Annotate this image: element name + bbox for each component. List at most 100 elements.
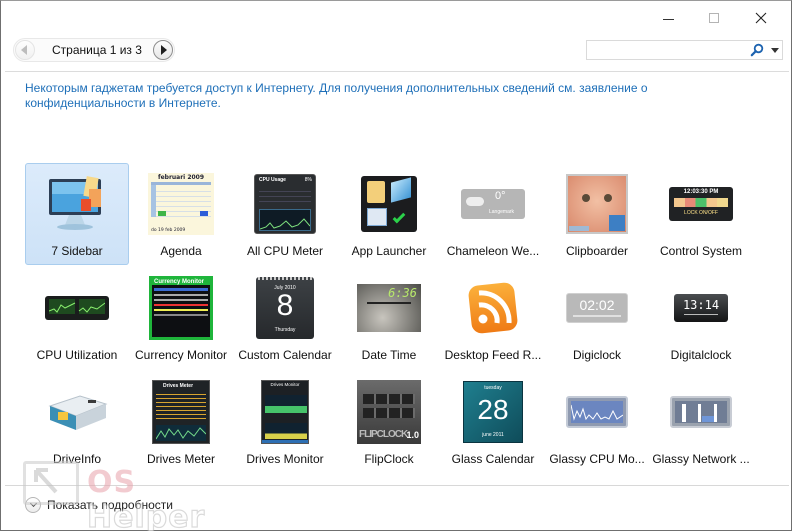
gadget-thumbnail: Drives Meter [130, 380, 232, 444]
gadget-tile-glassy-network-monitor[interactable]: Glassy Network ... [649, 371, 753, 473]
gadget-tile-custom-calendar[interactable]: July 2010 8 Thursday Custom Calendar [233, 267, 337, 369]
agenda-footer: do 19 feb 2009 [151, 228, 186, 233]
rss-icon [468, 282, 518, 334]
gadget-thumbnail [546, 380, 648, 444]
control-system-icon: 12:03:30 PM LOCK ON/OFF [669, 187, 733, 221]
calendar-day: 8 [276, 289, 294, 322]
gadget-label: DriveInfo [52, 452, 102, 466]
search-icon[interactable] [750, 43, 764, 57]
digiclock-time: 02:02 [579, 297, 615, 313]
drives-monitor-icon: Drives Monitor [261, 380, 309, 444]
glasscal-weekday: tuesday [484, 385, 502, 391]
gadget-thumbnail [442, 276, 544, 340]
gadget-label: Glass Calendar [451, 452, 535, 466]
chevron-down-icon [25, 497, 41, 513]
control-lock: LOCK ON/OFF [684, 210, 718, 216]
weather-city: Langemark [489, 209, 515, 215]
gadget-label: Drives Monitor [246, 452, 324, 466]
gadget-label: 7 Sidebar [51, 244, 103, 258]
gadget-tile-chameleon-weather[interactable]: 0° Langemark Chameleon We... [441, 163, 545, 265]
gadget-tile-date-time[interactable]: 6:36 Date Time [337, 267, 441, 369]
gadget-label: All CPU Meter [246, 244, 323, 258]
gadget-tile-glassy-cpu-monitor[interactable]: Glassy CPU Mo... [545, 371, 649, 473]
gadget-label: Chameleon We... [446, 244, 540, 258]
digitalclock-icon: 13:14 [674, 294, 728, 322]
gadget-tile-agenda[interactable]: februari 2009 do 19 feb 2009 Agenda [129, 163, 233, 265]
gadget-tile-digitalclock[interactable]: 13:14 Digitalclock [649, 267, 753, 369]
gadget-thumbnail [650, 380, 752, 444]
gadget-label: Agenda [160, 244, 202, 258]
close-button[interactable] [746, 7, 776, 29]
gadget-thumbnail: februari 2009 do 19 feb 2009 [130, 172, 232, 236]
glassy-cpu-icon [566, 396, 628, 428]
gadget-tile-all-cpu-meter[interactable]: CPU Usage 8% All CPU Meter [233, 163, 337, 265]
gadget-label: FlipClock [364, 452, 414, 466]
currency-monitor-icon: Currency Monitor [149, 276, 213, 340]
gadget-tile-clipboarder[interactable]: Clipboarder [545, 163, 649, 265]
cpu-utilization-icon [45, 296, 109, 320]
gadget-label: Drives Meter [146, 452, 215, 466]
weather-temp: 0° [495, 190, 506, 202]
gadget-thumbnail: CPU Usage 8% [234, 172, 336, 236]
gadget-thumbnail [26, 276, 128, 340]
gadget-thumbnail: 6:36 [338, 276, 440, 340]
gadget-label: Digitalclock [670, 348, 732, 362]
gadget-label: Clipboarder [565, 244, 629, 258]
calendar-weekday: Thursday [274, 327, 296, 333]
maximize-icon [709, 13, 719, 23]
search-box [586, 40, 783, 60]
clipboard-photo-icon [566, 174, 628, 234]
gadget-thumbnail: Currency Monitor [130, 276, 232, 340]
gadget-label: CPU Utilization [36, 348, 118, 362]
gadget-thumbnail [338, 172, 440, 236]
gadget-thumbnail: tuesday 28 june 2011 [442, 380, 544, 444]
flipclock-text: FLIPCLOCK [359, 429, 408, 440]
datetime-time: 6:36 [388, 286, 417, 300]
gadget-tile-digiclock[interactable]: 02:02 Digiclock [545, 267, 649, 369]
drives-monitor-title: Drives Monitor [270, 382, 300, 387]
control-time: 12:03:30 PM [683, 189, 719, 195]
page-indicator: Страница 1 из 3 [52, 43, 142, 57]
gadget-tile-glass-calendar[interactable]: tuesday 28 june 2011 Glass Calendar [441, 371, 545, 473]
currency-title: Currency Monitor [152, 279, 210, 285]
gadget-label: Date Time [361, 348, 417, 362]
gadget-tile-desktop-feed-reader[interactable]: Desktop Feed R... [441, 267, 545, 369]
previous-page-button[interactable] [15, 40, 35, 60]
glassy-network-icon [670, 396, 732, 428]
glasscal-day: 28 [477, 394, 509, 425]
gadget-tile-control-system[interactable]: 12:03:30 PM LOCK ON/OFF Control System [649, 163, 753, 265]
digitalclock-time: 13:14 [682, 298, 720, 312]
search-input[interactable] [589, 42, 739, 58]
gadget-tile-7-sidebar[interactable]: 7 Sidebar [25, 163, 129, 265]
gadget-thumbnail: 02:02 [546, 276, 648, 340]
calendar-icon: July 2010 8 Thursday [256, 277, 314, 339]
gadgets-window: Страница 1 из 3 Некоторым гаджетам требу… [0, 0, 792, 531]
gadget-tile-drives-monitor[interactable]: Drives Monitor Drives Monitor [233, 371, 337, 473]
gadget-label: Control System [659, 244, 743, 258]
agenda-month: februari 2009 [157, 174, 205, 181]
minimize-button[interactable] [653, 7, 683, 29]
gadget-thumbnail [26, 380, 128, 444]
gadget-tile-cpu-utilization[interactable]: CPU Utilization [25, 267, 129, 369]
drives-meter-icon: Drives Meter [152, 380, 210, 444]
divider [5, 485, 789, 486]
gadget-tile-flipclock[interactable]: FLIPCLOCK 1.0 FlipClock [337, 371, 441, 473]
next-page-button[interactable] [153, 40, 173, 60]
show-details-label: Показать подробности [47, 498, 173, 512]
gadget-thumbnail: Drives Monitor [234, 380, 336, 444]
cpu-title: CPU Usage [259, 177, 286, 183]
show-details-toggle[interactable]: Показать подробности [25, 497, 173, 513]
page-navigator: Страница 1 из 3 [13, 38, 175, 62]
arrow-left-icon [21, 45, 27, 55]
minimize-icon [662, 18, 674, 20]
gadget-tile-currency-monitor[interactable]: Currency Monitor Currency Monitor [129, 267, 233, 369]
calendar-icon: februari 2009 do 19 feb 2009 [148, 173, 214, 235]
internet-privacy-link[interactable]: Некоторым гаджетам требуется доступ к Ин… [25, 81, 665, 111]
maximize-button[interactable] [699, 7, 729, 29]
gadget-tile-app-launcher[interactable]: App Launcher [337, 163, 441, 265]
gadget-tile-drives-meter[interactable]: Drives Meter Drives Meter [129, 371, 233, 473]
chevron-down-icon[interactable] [771, 48, 779, 53]
gadget-tile-driveinfo[interactable]: DriveInfo [25, 371, 129, 473]
gadget-label: Glassy Network ... [652, 452, 750, 466]
gadget-thumbnail: 13:14 [650, 276, 752, 340]
